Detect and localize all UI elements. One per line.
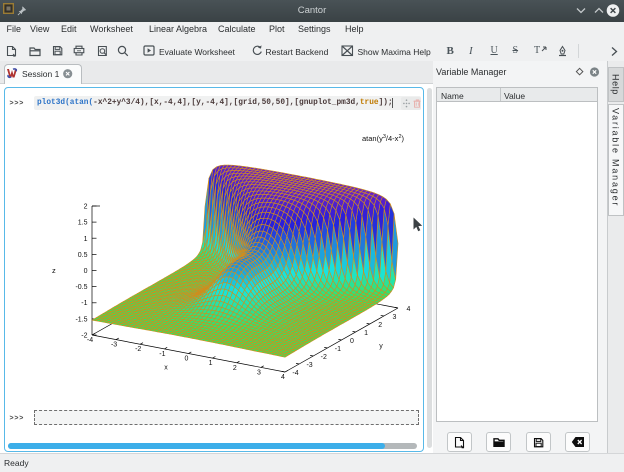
svg-text:3: 3 <box>257 369 261 376</box>
svg-text:0: 0 <box>350 338 354 345</box>
svg-text:-1: -1 <box>81 300 87 307</box>
svg-text:-1.5: -1.5 <box>75 316 87 323</box>
svg-text:0: 0 <box>84 268 88 275</box>
svg-text:1: 1 <box>364 330 368 337</box>
svg-text:-2: -2 <box>135 346 141 353</box>
svg-text:0: 0 <box>185 356 189 363</box>
svg-text:atan(y3/4-x2): atan(y3/4-x2) <box>362 134 405 143</box>
svg-text:-4: -4 <box>292 370 298 377</box>
svg-text:-1: -1 <box>159 351 165 358</box>
svg-text:-3: -3 <box>306 362 312 369</box>
svg-text:-1: -1 <box>335 346 341 353</box>
svg-text:0.5: 0.5 <box>78 252 88 259</box>
svg-text:-3: -3 <box>111 342 117 349</box>
svg-text:-4: -4 <box>87 337 93 344</box>
svg-text:-2: -2 <box>321 354 327 361</box>
svg-text:1: 1 <box>84 236 88 243</box>
svg-text:2: 2 <box>233 365 237 372</box>
svg-text:x: x <box>164 365 168 372</box>
svg-text:1.5: 1.5 <box>78 220 88 227</box>
svg-text:4: 4 <box>407 306 411 313</box>
svg-text:-0.5: -0.5 <box>75 284 87 291</box>
svg-text:y: y <box>379 343 383 350</box>
svg-text:1: 1 <box>209 360 213 367</box>
svg-text:2: 2 <box>84 204 88 211</box>
svg-text:2: 2 <box>378 322 382 329</box>
svg-text:4: 4 <box>281 374 285 381</box>
svg-text:3: 3 <box>392 314 396 321</box>
